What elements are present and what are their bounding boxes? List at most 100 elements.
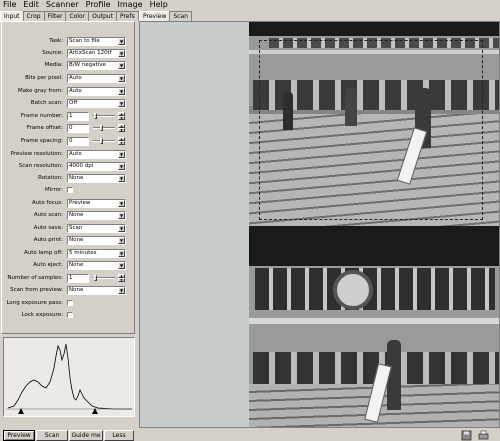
mirror-checkbox[interactable] [67, 187, 73, 193]
preview-res-select[interactable]: Auto ▼ [67, 150, 126, 159]
media-row: Media: B/W negative ▼ [2, 60, 134, 70]
num-samples-stepper[interactable]: ▲ ▼ [118, 274, 125, 283]
scan-res-select[interactable]: 4000 dpi ▼ [67, 162, 126, 171]
gray-row: Make gray from: Auto ▼ [2, 86, 134, 96]
scan-from-preview-select[interactable]: None ▼ [67, 286, 126, 295]
auto-print-row: Auto print: None ▼ [2, 235, 134, 245]
long-exposure-row: Long exposure pass: [2, 298, 134, 308]
frame-offset-stepper[interactable]: ▲ ▼ [118, 124, 125, 133]
auto-save-value: Scan [69, 225, 83, 231]
lock-exposure-checkbox[interactable] [67, 312, 73, 318]
chevron-down-icon[interactable]: ▼ [118, 100, 125, 107]
frame-spacing-slider[interactable] [93, 138, 115, 144]
crop-selection[interactable] [259, 40, 483, 220]
chevron-down-icon[interactable]: ▼ [118, 151, 125, 158]
gray-select[interactable]: Auto ▼ [67, 87, 126, 96]
chevron-down-icon[interactable]: ▼ [118, 175, 125, 182]
arrow-down-icon[interactable]: ▼ [118, 116, 125, 120]
batch-label: Batch scan: [30, 100, 63, 106]
num-samples-input[interactable]: 1 [67, 274, 89, 283]
chevron-down-icon[interactable]: ▼ [118, 163, 125, 170]
chevron-down-icon[interactable]: ▼ [118, 50, 125, 57]
chevron-down-icon[interactable]: ▼ [118, 237, 125, 244]
film-frame-1[interactable] [249, 36, 499, 226]
auto-eject-label: Auto eject: [33, 262, 63, 268]
tab-crop[interactable]: Crop [22, 11, 45, 21]
frame-spacing-stepper[interactable]: ▲ ▼ [118, 137, 125, 146]
chevron-down-icon[interactable]: ▼ [118, 250, 125, 257]
num-samples-row: Number of samples: 1 ▲ ▼ [2, 273, 134, 283]
frame-number-input[interactable]: 1 [67, 112, 89, 121]
menu-edit[interactable]: Edit [20, 0, 43, 10]
preview-button[interactable]: Preview [3, 430, 35, 441]
frame-number-stepper[interactable]: ▲ ▼ [118, 112, 125, 121]
less-button[interactable]: Less [104, 430, 134, 441]
arrow-down-icon[interactable]: ▼ [118, 278, 125, 282]
arrow-down-icon[interactable]: ▼ [118, 128, 125, 132]
facade-band [249, 318, 499, 324]
auto-focus-value: Preview [69, 200, 91, 206]
task-select[interactable]: Scan to file ▼ [67, 37, 126, 46]
chevron-down-icon[interactable]: ▼ [118, 225, 125, 232]
chevron-down-icon[interactable]: ▼ [118, 287, 125, 294]
media-select[interactable]: B/W negative ▼ [67, 61, 126, 70]
frame-spacing-input[interactable]: 0 [67, 137, 89, 146]
menu-image[interactable]: Image [115, 0, 147, 10]
lamp-off-select[interactable]: 5 minutes ▼ [67, 249, 126, 258]
film-frame-2[interactable] [249, 266, 499, 427]
chevron-down-icon[interactable]: ▼ [118, 75, 125, 82]
chevron-down-icon[interactable]: ▼ [118, 200, 125, 207]
rotation-row: Rotation: None ▼ [2, 173, 134, 183]
chevron-down-icon[interactable]: ▼ [118, 62, 125, 69]
slider-thumb[interactable] [100, 125, 103, 131]
frame-number-slider[interactable] [93, 113, 115, 119]
tab-prefs[interactable]: Prefs [115, 11, 139, 21]
chevron-down-icon[interactable]: ▼ [118, 38, 125, 45]
chevron-down-icon[interactable]: ▼ [118, 88, 125, 95]
film-strip [249, 22, 499, 427]
chevron-down-icon[interactable]: ▼ [118, 262, 125, 269]
histogram [3, 337, 135, 417]
auto-focus-select[interactable]: Preview ▼ [67, 199, 126, 208]
slider-thumb[interactable] [94, 275, 97, 281]
frame-offset-slider[interactable] [93, 125, 115, 131]
scan-from-preview-label: Scan from preview: [10, 287, 63, 293]
scan-res-value: 4000 dpi [69, 163, 94, 169]
auto-save-select[interactable]: Scan ▼ [67, 224, 126, 233]
bits-select[interactable]: Auto ▼ [67, 74, 126, 83]
menu-file[interactable]: File [0, 0, 20, 10]
bits-label: Bits per pixel: [25, 75, 63, 81]
num-samples-slider[interactable] [93, 275, 115, 281]
menu-scanner[interactable]: Scanner [43, 0, 83, 10]
frame-offset-input[interactable]: 0 [67, 124, 89, 133]
slider-thumb[interactable] [94, 113, 97, 119]
long-exposure-checkbox[interactable] [67, 300, 73, 306]
tab-color[interactable]: Color [65, 11, 90, 21]
rotation-select[interactable]: None ▼ [67, 174, 126, 183]
scan-from-preview-value: None [69, 287, 84, 293]
source-select[interactable]: ArtixScan 120tf ▼ [67, 49, 126, 58]
white-point-handle[interactable] [92, 408, 98, 414]
save-icon[interactable] [461, 430, 472, 441]
arrow-down-icon[interactable]: ▼ [118, 141, 125, 145]
print-icon[interactable] [478, 430, 489, 441]
tab-output[interactable]: Output [88, 11, 117, 21]
batch-select[interactable]: Off ▼ [67, 99, 126, 108]
mirror-row: Mirror: [2, 185, 134, 195]
slider-thumb[interactable] [100, 138, 103, 144]
gray-label: Make gray from: [17, 88, 63, 94]
preview-canvas[interactable] [139, 21, 500, 428]
chevron-down-icon[interactable]: ▼ [118, 212, 125, 219]
tab-filter[interactable]: Filter [43, 11, 67, 21]
scan-button[interactable]: Scan [36, 430, 68, 441]
scan-res-row: Scan resolution: 4000 dpi ▼ [2, 161, 134, 171]
mirror-label: Mirror: [45, 187, 63, 193]
menu-profile[interactable]: Profile [83, 0, 115, 10]
black-point-handle[interactable] [18, 408, 24, 414]
auto-eject-select[interactable]: None ▼ [67, 261, 126, 270]
tab-scan[interactable]: Scan [169, 11, 192, 21]
auto-scan-select[interactable]: None ▼ [67, 211, 126, 220]
auto-print-select[interactable]: None ▼ [67, 236, 126, 245]
menu-help[interactable]: Help [147, 0, 172, 10]
guide-me-button[interactable]: Guide me [69, 430, 103, 441]
